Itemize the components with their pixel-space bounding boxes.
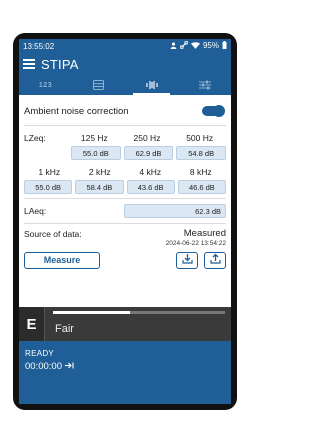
tab-bar: 123 [19, 75, 231, 95]
timer-row: 00:00:00 [25, 361, 225, 372]
laeq-label: LAeq: [24, 206, 47, 216]
rating-bar [53, 311, 225, 314]
battery-level: 95% [202, 41, 219, 50]
upload-button[interactable] [204, 251, 226, 269]
divider [24, 198, 226, 199]
toggle-knob [213, 105, 225, 117]
tab-table[interactable] [72, 75, 125, 95]
value-500hz: 54.8 dB [176, 146, 226, 160]
tab-settings[interactable] [178, 75, 231, 95]
arrow-to-bar-icon [64, 361, 74, 372]
bottom-status-panel: READY 00:00:00 [19, 341, 231, 404]
laeq-row: LAeq: 62.3 dB [24, 203, 226, 219]
download-icon [181, 251, 193, 269]
menu-icon[interactable] [23, 59, 35, 69]
source-info: Measured 2024-06-22 13:54:22 [166, 228, 226, 247]
freq-125hz: 125 Hz [80, 133, 108, 143]
lzeq-label: LZeq: [24, 133, 46, 143]
status-time: 13:55:02 [23, 41, 55, 51]
divider [24, 223, 226, 224]
screen: 13:55:02 95% STIPA 123 Ambient noise cor… [19, 39, 231, 404]
freq-2khz: 2 kHz [88, 167, 111, 177]
value-4khz: 43.6 dB [126, 180, 175, 194]
rating-text: Fair [55, 323, 74, 335]
lzeq-values-row-1: 55.0 dB 62.9 dB 54.8 dB [24, 146, 226, 160]
download-button[interactable] [176, 251, 198, 269]
device-frame: 13:55:02 95% STIPA 123 Ambient noise cor… [13, 33, 237, 410]
status-bar: 13:55:02 95% [19, 39, 231, 53]
person-icon [170, 42, 177, 51]
ready-status: READY [25, 349, 55, 358]
upload-icon [209, 251, 221, 269]
ambient-label: Ambient noise correction [24, 105, 129, 117]
tab-numbers-label: 123 [38, 81, 53, 89]
lzeq-values-row-2: 55.0 dB 58.4 dB 43.6 dB 46.6 dB [24, 180, 226, 194]
freq-8khz: 8 kHz [189, 167, 212, 177]
rating-bar-fill [53, 311, 131, 314]
sliders-icon [198, 80, 211, 90]
source-value: Measured [183, 228, 226, 239]
freq-4khz: 4 kHz [139, 167, 162, 177]
value-250hz: 62.9 dB [123, 146, 174, 160]
status-icons: 95% [170, 41, 227, 51]
tab-waveform[interactable] [125, 75, 178, 95]
ambient-row: Ambient noise correction [24, 101, 226, 121]
divider [24, 125, 226, 126]
value-125hz: 55.0 dB [71, 146, 121, 160]
app-title: STIPA [41, 56, 79, 72]
app-bar: STIPA [19, 53, 231, 75]
wifi-icon [190, 41, 200, 51]
value-8khz: 46.6 dB [177, 180, 226, 194]
freq-250hz: 250 Hz [133, 133, 161, 143]
actions-row: Measure [24, 251, 226, 269]
freq-1khz: 1 kHz [38, 167, 61, 177]
lzeq-header-row-2: 1 kHz 2 kHz 4 kHz 8 kHz [24, 164, 226, 180]
ambient-toggle[interactable] [202, 105, 225, 117]
value-1khz: 55.0 dB [24, 180, 73, 194]
icon-buttons [176, 251, 226, 269]
waveform-icon [145, 80, 158, 90]
value-2khz: 58.4 dB [75, 180, 124, 194]
rating-band: E Fair [19, 307, 231, 341]
laeq-value: 62.3 dB [124, 204, 226, 218]
tab-numbers[interactable]: 123 [19, 75, 72, 95]
freq-500hz: 500 Hz [186, 133, 214, 143]
source-label: Source of data: [24, 229, 82, 239]
rating-letter: E [19, 307, 45, 341]
source-date: 2024-06-22 13:54:22 [165, 240, 226, 247]
source-row: Source of data: Measured 2024-06-22 13:5… [24, 228, 226, 247]
battery-icon [222, 41, 227, 51]
table-icon [93, 80, 104, 90]
elapsed-time: 00:00:00 [25, 361, 62, 372]
rating-body: Fair [45, 307, 231, 341]
link-icon [179, 41, 188, 51]
lzeq-header-row-1: LZeq: 125 Hz 250 Hz 500 Hz [24, 130, 226, 146]
measure-button[interactable]: Measure [24, 251, 100, 269]
main-content: Ambient noise correction LZeq: 125 Hz 25… [19, 95, 231, 269]
